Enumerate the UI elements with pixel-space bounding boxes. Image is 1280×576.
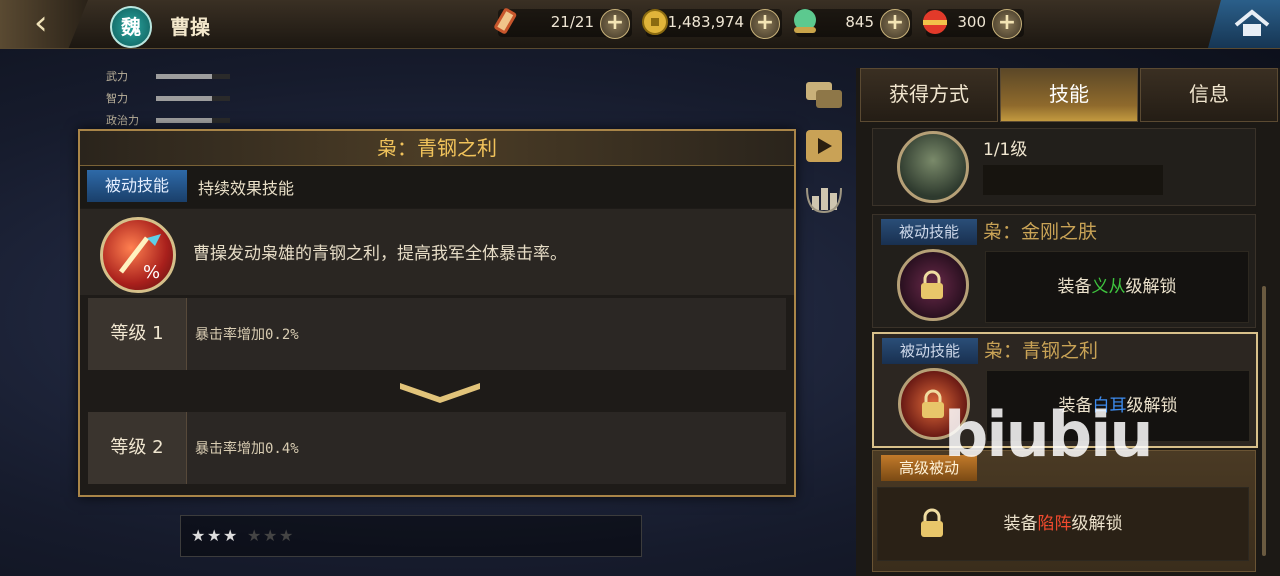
resource-jade: 845 + bbox=[794, 9, 912, 39]
resource-coins: 1,483,974 + bbox=[642, 9, 782, 39]
level-label: 等级 1 bbox=[88, 298, 187, 370]
crit-skill-icon: % bbox=[100, 217, 176, 293]
skill-card-locked[interactable]: 被动技能 枭：金刚之肤 装备义从级解锁 bbox=[872, 214, 1256, 328]
skill-card-active[interactable]: 1/1级 bbox=[872, 128, 1256, 206]
tab-acquire[interactable]: 获得方式 bbox=[860, 68, 998, 122]
tab-skills[interactable]: 技能 bbox=[1000, 68, 1138, 122]
skill-subtype: 持续效果技能 bbox=[198, 179, 295, 198]
popup-title: 枭：青钢之利 bbox=[80, 131, 794, 166]
play-video-icon[interactable] bbox=[804, 128, 844, 164]
stamina-value: 21/21 bbox=[550, 13, 594, 31]
chevron-left-icon: ‹ bbox=[34, 3, 48, 43]
ranking-icon[interactable] bbox=[804, 178, 844, 214]
coins-value: 1,483,974 bbox=[667, 13, 744, 31]
star-rating-bar: ★ ★ ★ ★ ★ ★ bbox=[180, 515, 642, 557]
skills-panel: 获得方式 技能 信息 1/1级 被动技能 枭：金刚之肤 装备义从级解锁 被动技能… bbox=[856, 68, 1280, 576]
top-bar: ‹ 魏 曹操 21/21 + 1,483,974 + 845 + 300 + bbox=[0, 0, 1280, 49]
resource-gems: 300 + bbox=[923, 9, 1024, 39]
star-icon: ★ bbox=[223, 526, 238, 545]
add-gems-button[interactable]: + bbox=[992, 9, 1022, 39]
faction-badge: 魏 bbox=[110, 6, 152, 48]
level-row: 等级 1 暴击率增加0.2% bbox=[88, 298, 786, 370]
jade-value: 845 bbox=[845, 13, 874, 31]
lock-icon bbox=[922, 389, 944, 418]
level-label: 等级 2 bbox=[88, 412, 187, 484]
stat-row: 武力 bbox=[106, 68, 230, 90]
skill-level: 1/1级 bbox=[983, 140, 1028, 160]
svg-text:%: % bbox=[143, 262, 160, 283]
skill-detail-popup: 枭：青钢之利 被动技能 持续效果技能 % 曹操发动枭雄的青钢之利，提高我军全体暴… bbox=[78, 129, 796, 497]
back-button[interactable]: ‹ bbox=[0, 0, 88, 48]
star-icon: ★ bbox=[207, 526, 222, 545]
unlock-requirement: 装备陷阵级解锁 bbox=[877, 487, 1249, 561]
skill-name: 枭：金刚之肤 bbox=[983, 221, 1098, 243]
unlock-requirement: 装备义从级解锁 bbox=[985, 251, 1249, 323]
star-icon: ★ bbox=[263, 526, 278, 545]
add-stamina-button[interactable]: + bbox=[600, 9, 630, 39]
jade-icon bbox=[794, 9, 816, 33]
skill-type-row: 被动技能 持续效果技能 bbox=[80, 166, 794, 208]
star-icon: ★ bbox=[247, 526, 262, 545]
add-coins-button[interactable]: + bbox=[750, 9, 780, 39]
skill-list: 1/1级 被动技能 枭：金刚之肤 装备义从级解锁 被动技能 枭：青钢之利 装备白… bbox=[868, 126, 1258, 572]
chat-icon[interactable] bbox=[804, 78, 844, 114]
hero-name: 曹操 bbox=[170, 15, 210, 39]
scrollbar[interactable] bbox=[1262, 286, 1266, 556]
skill-description: 曹操发动枭雄的青钢之利，提高我军全体暴击率。 bbox=[193, 244, 567, 264]
chevron-down-icon[interactable] bbox=[398, 379, 482, 405]
scroll-icon bbox=[494, 8, 517, 34]
watermark: biubiu bbox=[944, 398, 1154, 471]
tab-info[interactable]: 信息 bbox=[1140, 68, 1278, 122]
passive-skill-tag: 被动技能 bbox=[87, 170, 187, 202]
star-icon: ★ bbox=[279, 526, 294, 545]
home-button[interactable] bbox=[1208, 0, 1280, 48]
gems-value: 300 bbox=[957, 13, 986, 31]
gem-icon bbox=[923, 10, 947, 34]
passive-skill-tag: 被动技能 bbox=[882, 338, 978, 364]
star-icon: ★ bbox=[191, 526, 206, 545]
stat-row: 智力 bbox=[106, 90, 230, 112]
hero-stats: 武力 智力 政治力 bbox=[106, 68, 230, 134]
skill-description-row: % 曹操发动枭雄的青钢之利，提高我军全体暴击率。 bbox=[80, 209, 794, 295]
lock-icon bbox=[921, 508, 943, 537]
hero-avatar bbox=[897, 131, 969, 203]
level-effect: 暴击率增加0.2% bbox=[195, 327, 299, 343]
level-effect: 暴击率增加0.4% bbox=[195, 441, 299, 457]
resource-stamina: 21/21 + bbox=[494, 8, 632, 39]
coin-icon bbox=[642, 9, 668, 35]
lock-icon bbox=[921, 270, 943, 299]
passive-skill-tag: 被动技能 bbox=[881, 219, 977, 245]
skill-icon bbox=[897, 249, 969, 321]
home-icon bbox=[1234, 9, 1270, 36]
level-row: 等级 2 暴击率增加0.4% bbox=[88, 412, 786, 484]
skill-name: 枭：青钢之利 bbox=[984, 340, 1099, 362]
add-jade-button[interactable]: + bbox=[880, 9, 910, 39]
